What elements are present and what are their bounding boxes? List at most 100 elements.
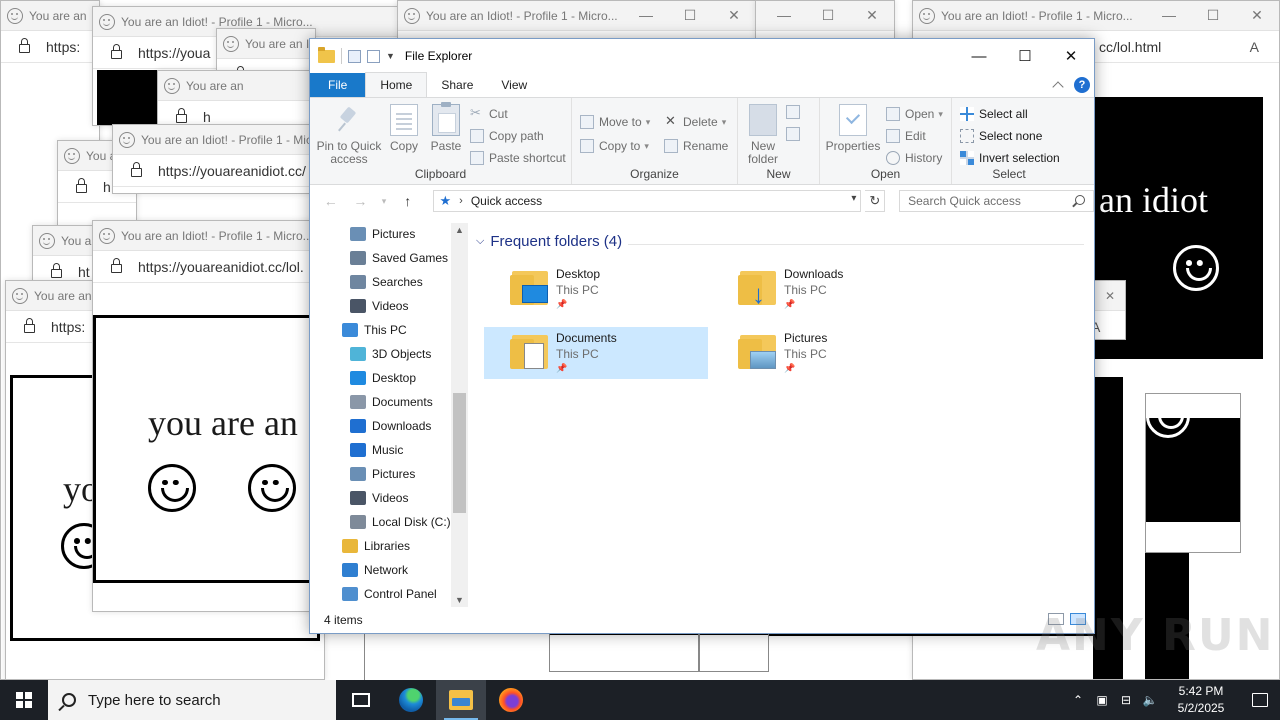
popup-window[interactable]: You are an Idiot! - Profile 1 - Micro...… xyxy=(92,220,322,612)
nav-item[interactable]: 3D Objects xyxy=(310,342,451,366)
maximize-icon[interactable]: ☐ xyxy=(668,7,712,24)
start-button[interactable] xyxy=(0,680,48,720)
device-icon[interactable]: ▣ xyxy=(1090,693,1114,707)
nav-scrollbar[interactable]: ▲ ▼ xyxy=(451,223,468,607)
maximize-button[interactable]: ☐ xyxy=(1002,39,1048,73)
help-icon[interactable]: ? xyxy=(1074,77,1090,93)
popup-addressbar[interactable]: https: xyxy=(1,31,99,63)
nav-item[interactable]: Network xyxy=(310,558,451,582)
address-bar[interactable]: ★ › Quick access ▾ xyxy=(432,190,862,212)
maximize-icon[interactable]: ☐ xyxy=(1191,7,1235,24)
clock[interactable]: 5:42 PM 5/2/2025 xyxy=(1162,683,1240,717)
videos-icon xyxy=(350,491,366,505)
nav-item[interactable]: Saved Games xyxy=(310,246,451,270)
easy-access-button[interactable] xyxy=(786,124,805,144)
popup-window[interactable]: You are an Idiot! - Profile 1 - Mic http… xyxy=(112,124,312,194)
scroll-down-icon[interactable]: ▼ xyxy=(455,595,464,605)
close-icon[interactable]: ✕ xyxy=(712,7,756,24)
new-item-button[interactable] xyxy=(786,102,805,122)
tab-share[interactable]: Share xyxy=(427,73,487,97)
folder-tile-documents[interactable]: Documents This PC 📌 xyxy=(484,327,708,379)
minimize-button[interactable]: — xyxy=(956,39,1002,73)
paste-shortcut-button[interactable]: Paste shortcut xyxy=(470,148,566,168)
nav-item[interactable]: Desktop xyxy=(310,366,451,390)
refresh-button[interactable]: ↻ xyxy=(865,190,886,212)
nav-item[interactable]: Music xyxy=(310,438,451,462)
invert-selection-button[interactable]: Invert selection xyxy=(960,148,1060,168)
nav-item[interactable]: Control Panel xyxy=(310,582,451,606)
read-aloud-icon[interactable]: A xyxy=(1250,39,1259,55)
taskbar-search[interactable]: Type here to search xyxy=(48,680,336,720)
popup-window[interactable]: — ☐ ✕ xyxy=(755,0,895,40)
frequent-folders-header[interactable]: ⌵ Frequent folders (4) xyxy=(476,233,622,250)
move-to-button[interactable]: Move to xyxy=(580,112,650,132)
network-icon[interactable]: ⊟ xyxy=(1114,693,1138,707)
navigation-pane[interactable]: Pictures Saved Games Searches Videos This PC… xyxy=(310,223,468,607)
file-view[interactable]: ⌵ Frequent folders (4) Desktop This PC 📌 ↓… xyxy=(468,223,1094,607)
nav-item[interactable]: Documents xyxy=(310,390,451,414)
copy-path-button[interactable]: Copy path xyxy=(470,126,544,146)
nav-item[interactable]: Libraries xyxy=(310,534,451,558)
nav-item[interactable]: This PC xyxy=(310,318,451,342)
nav-list: Pictures Saved Games Searches Videos This PC… xyxy=(310,223,451,606)
firefox-taskbar-button[interactable] xyxy=(486,680,536,720)
search-input[interactable]: Search Quick access xyxy=(899,190,1095,212)
volume-icon[interactable]: 🔈 xyxy=(1138,693,1162,707)
nav-item[interactable]: Local Disk (C:) xyxy=(310,510,451,534)
close-button[interactable]: ✕ xyxy=(1048,39,1094,73)
minimize-icon[interactable]: — xyxy=(624,7,668,24)
minimize-icon[interactable]: — xyxy=(762,7,806,24)
properties-button[interactable]: Properties xyxy=(826,104,880,153)
select-all-button[interactable]: Select all xyxy=(960,104,1028,124)
tab-home[interactable]: Home xyxy=(365,72,428,97)
paste-button[interactable]: Paste xyxy=(428,102,464,153)
notifications-button[interactable] xyxy=(1240,680,1280,720)
select-none-button[interactable]: Select none xyxy=(960,126,1042,146)
file-explorer-taskbar-button[interactable] xyxy=(436,680,486,720)
tab-file[interactable]: File xyxy=(310,73,366,97)
nav-item[interactable]: Pictures xyxy=(310,462,451,486)
up-button[interactable]: ↑ xyxy=(395,190,421,212)
maximize-icon[interactable]: ☐ xyxy=(806,7,850,24)
popup-window[interactable]: You are an Idiot! - Profile 1 - Micro...… xyxy=(397,0,757,40)
cut-button[interactable]: Cut xyxy=(470,104,508,124)
chevron-up-icon[interactable]: ⌃ xyxy=(1066,693,1090,707)
pin-to-quick-access-button[interactable]: Pin to Quick access xyxy=(316,104,382,166)
folder-tile-desktop[interactable]: Desktop This PC 📌 xyxy=(484,263,708,315)
nav-item[interactable]: Videos xyxy=(310,294,451,318)
popup-addressbar[interactable]: https://youareanidiot.cc/lol. xyxy=(93,251,321,283)
task-view-button[interactable] xyxy=(336,680,386,720)
nav-item[interactable]: Videos xyxy=(310,486,451,510)
history-button[interactable]: History xyxy=(886,148,942,168)
delete-button[interactable]: Delete xyxy=(664,112,726,132)
close-icon[interactable]: ✕ xyxy=(1105,289,1115,303)
back-button[interactable]: ← xyxy=(318,190,344,212)
popup-addressbar[interactable]: https://youareanidiot.cc/ xyxy=(113,155,311,187)
customize-qat-icon[interactable]: ▼ xyxy=(386,51,395,61)
nav-item[interactable]: Downloads xyxy=(310,414,451,438)
nav-item[interactable]: Searches xyxy=(310,270,451,294)
open-button[interactable]: Open xyxy=(886,104,943,124)
chevron-down-icon[interactable]: ▾ xyxy=(851,193,856,204)
forward-button[interactable]: → xyxy=(348,190,374,212)
folder-tile-pictures[interactable]: Pictures This PC 📌 xyxy=(712,327,936,379)
tab-view[interactable]: View xyxy=(487,73,541,97)
scroll-thumb[interactable] xyxy=(453,393,466,513)
nav-item[interactable]: Pictures xyxy=(310,223,451,246)
scroll-up-icon[interactable]: ▲ xyxy=(455,225,464,235)
minimize-icon[interactable]: — xyxy=(1147,7,1191,24)
properties-qat-icon[interactable] xyxy=(348,49,361,63)
edge-taskbar-button[interactable] xyxy=(386,680,436,720)
recent-locations-button[interactable]: ▾ xyxy=(377,190,391,212)
minimize-ribbon-icon[interactable] xyxy=(1052,81,1064,93)
copy-to-button[interactable]: Copy to xyxy=(580,136,649,156)
rename-button[interactable]: Rename xyxy=(664,136,728,156)
new-folder-qat-icon[interactable] xyxy=(367,49,380,63)
close-icon[interactable]: ✕ xyxy=(1235,7,1279,24)
folder-tile-downloads[interactable]: ↓ Downloads This PC 📌 xyxy=(712,263,936,315)
edit-button[interactable]: Edit xyxy=(886,126,926,146)
close-icon[interactable]: ✕ xyxy=(850,7,894,24)
copy-button[interactable]: Copy xyxy=(386,104,422,153)
file-explorer-window[interactable]: ▼ File Explorer — ☐ ✕ File Home Share Vi… xyxy=(309,38,1095,634)
new-folder-button[interactable]: New folder xyxy=(746,104,780,166)
